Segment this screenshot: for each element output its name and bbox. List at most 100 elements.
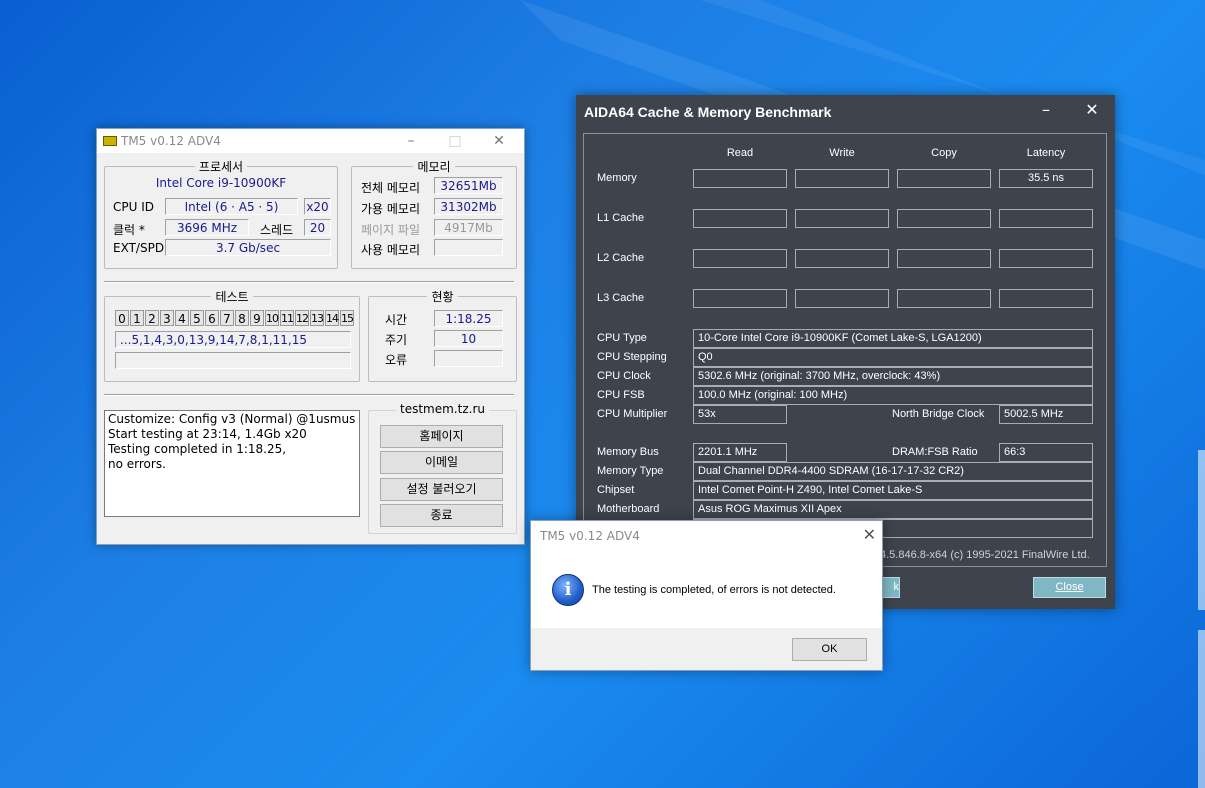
l2-write bbox=[795, 249, 889, 268]
clock-label: 클럭 * bbox=[113, 223, 145, 237]
cpu-multiplier-label: CPU Multiplier bbox=[597, 408, 668, 420]
cpu-type-value: 10-Core Intel Core i9-10900KF (Comet Lak… bbox=[693, 329, 1093, 348]
minimize-icon[interactable]: – bbox=[1026, 99, 1066, 121]
memory-type-value: Dual Channel DDR4-4400 SDRAM (16-17-17-3… bbox=[693, 462, 1093, 481]
memory-group: 메모리 전체 메모리 32651Mb 가용 메모리 31302Mb 페이지 파일… bbox=[351, 160, 517, 269]
site-link[interactable]: testmem.tz.ru bbox=[396, 402, 489, 416]
l1-write bbox=[795, 209, 889, 228]
homepage-button[interactable]: 홈페이지 bbox=[380, 425, 503, 448]
l2-latency bbox=[999, 249, 1093, 268]
separator bbox=[104, 281, 514, 283]
log-line: no errors. bbox=[108, 457, 166, 471]
l1-latency bbox=[999, 209, 1093, 228]
available-memory-label: 가용 메모리 bbox=[361, 202, 421, 216]
load-settings-button[interactable]: 설정 불러오기 bbox=[380, 478, 503, 501]
motherboard-value: Asus ROG Maximus XII Apex bbox=[693, 500, 1093, 519]
l1-read bbox=[693, 209, 787, 228]
close-icon[interactable]: ✕ bbox=[863, 525, 876, 544]
information-icon: i bbox=[552, 574, 584, 606]
tm5-window: TM5 v0.12 ADV4 – □ ✕ 프로세서 Intel Core i9-… bbox=[96, 128, 525, 545]
desktop-window-edge bbox=[1198, 450, 1205, 610]
cpu-id-value: Intel (6 · A5 · 5) bbox=[165, 198, 298, 215]
cpu-type-label: CPU Type bbox=[597, 332, 647, 344]
memory-read bbox=[693, 169, 787, 188]
test-cell: 8 bbox=[235, 310, 249, 326]
memory-type-label: Memory Type bbox=[597, 465, 664, 477]
cpu-id-label: CPU ID bbox=[113, 200, 154, 214]
error-label: 오류 bbox=[385, 353, 408, 367]
dram-fsb-value: 66:3 bbox=[999, 443, 1093, 462]
page-file-value: 4917Mb bbox=[434, 219, 503, 236]
maximize-icon[interactable]: □ bbox=[433, 129, 477, 153]
cycle-value: 10 bbox=[434, 330, 503, 347]
email-button[interactable]: 이메일 bbox=[380, 451, 503, 474]
l3-read bbox=[693, 289, 787, 308]
separator bbox=[104, 394, 514, 396]
test-cell: 10 bbox=[265, 310, 279, 326]
thread-label: 스레드 bbox=[260, 223, 294, 237]
col-read: Read bbox=[726, 147, 754, 159]
memory-bus-value: 2201.1 MHz bbox=[693, 443, 787, 462]
page-file-label: 페이지 파일 bbox=[361, 223, 421, 237]
test-cell: 15 bbox=[340, 310, 354, 326]
l3-copy bbox=[897, 289, 991, 308]
tests-group: 테스트 0 1 2 3 4 5 6 7 8 9 10 11 12 13 14 1… bbox=[104, 290, 360, 382]
processor-group-title: 프로세서 bbox=[194, 160, 248, 174]
test-cell: 13 bbox=[310, 310, 324, 326]
thread-value: 20 bbox=[304, 219, 331, 236]
col-write: Write bbox=[829, 147, 855, 159]
memory-copy bbox=[897, 169, 991, 188]
close-button[interactable]: Close bbox=[1033, 577, 1106, 598]
memory-bus-label: Memory Bus bbox=[597, 446, 659, 458]
test-cell: 5 bbox=[190, 310, 204, 326]
cpu-fsb-label: CPU FSB bbox=[597, 389, 645, 401]
exit-button[interactable]: 종료 bbox=[380, 504, 503, 527]
row-label-l3: L3 Cache bbox=[597, 292, 645, 304]
cpu-fsb-value: 100.0 MHz (original: 100 MHz) bbox=[693, 386, 1093, 405]
nb-clock-value: 5002.5 MHz bbox=[999, 405, 1093, 424]
test-progress-bar bbox=[115, 352, 351, 369]
cpu-clock-label: CPU Clock bbox=[597, 370, 651, 382]
dialog-title: TM5 v0.12 ADV4 bbox=[540, 529, 640, 543]
test-cell: 0 bbox=[115, 310, 129, 326]
result-dialog: TM5 v0.12 ADV4 ✕ i The testing is comple… bbox=[530, 520, 883, 671]
nb-clock-label: North Bridge Clock bbox=[892, 408, 985, 420]
status-group-title: 현황 bbox=[427, 290, 458, 304]
l2-read bbox=[693, 249, 787, 268]
ext-spd-label: EXT/SPD bbox=[113, 241, 165, 255]
error-value bbox=[434, 350, 503, 367]
cpu-id-multiplier: x20 bbox=[304, 198, 331, 215]
col-latency: Latency bbox=[1026, 147, 1066, 159]
test-cell: 4 bbox=[175, 310, 189, 326]
tests-group-title: 테스트 bbox=[211, 290, 253, 304]
test-cells: 0 1 2 3 4 5 6 7 8 9 10 11 12 13 14 15 bbox=[115, 310, 355, 326]
cpu-name: Intel Core i9-10900KF bbox=[155, 176, 287, 190]
cpu-stepping-value: Q0 bbox=[693, 348, 1093, 367]
ext-spd-value: 3.7 Gb/sec bbox=[165, 239, 331, 256]
used-memory-label: 사용 메모리 bbox=[361, 243, 421, 257]
test-cell: 6 bbox=[205, 310, 219, 326]
dram-fsb-label: DRAM:FSB Ratio bbox=[892, 446, 978, 458]
test-cell: 14 bbox=[325, 310, 339, 326]
close-icon[interactable]: ✕ bbox=[477, 129, 521, 153]
log-line: Testing completed in 1:18.25, bbox=[108, 442, 287, 456]
tm5-titlebar[interactable]: TM5 v0.12 ADV4 – □ ✕ bbox=[97, 129, 524, 153]
memory-latency: 35.5 ns bbox=[999, 169, 1093, 188]
test-cell: 3 bbox=[160, 310, 174, 326]
log-box[interactable]: Customize: Config v3 (Normal) @1usmus St… bbox=[104, 410, 360, 517]
close-icon[interactable]: ✕ bbox=[1072, 99, 1112, 121]
memory-write bbox=[795, 169, 889, 188]
cpu-stepping-label: CPU Stepping bbox=[597, 351, 667, 363]
row-label-memory: Memory bbox=[597, 172, 637, 184]
chipset-label: Chipset bbox=[597, 484, 635, 496]
aida-title: AIDA64 Cache & Memory Benchmark bbox=[584, 104, 832, 120]
l3-latency bbox=[999, 289, 1093, 308]
test-cell: 9 bbox=[250, 310, 264, 326]
ok-button[interactable]: OK bbox=[792, 638, 867, 661]
log-line: Start testing at 23:14, 1.4Gb x20 bbox=[108, 427, 307, 441]
desktop-window-edge bbox=[1198, 630, 1205, 788]
minimize-icon[interactable]: – bbox=[389, 129, 433, 153]
test-cell: 2 bbox=[145, 310, 159, 326]
clock-value: 3696 MHz bbox=[165, 219, 249, 236]
test-cell: 7 bbox=[220, 310, 234, 326]
